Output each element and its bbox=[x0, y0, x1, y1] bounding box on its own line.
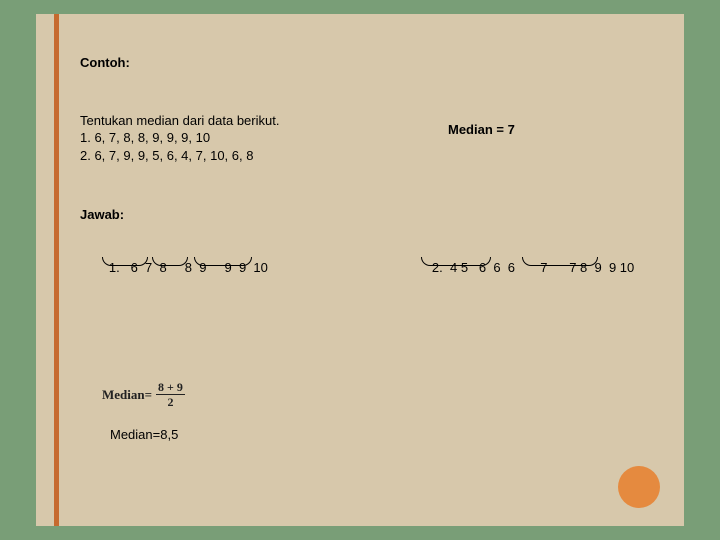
bracket-arc bbox=[102, 257, 148, 266]
bracket-arc bbox=[194, 257, 252, 266]
answer1-sequence: 1. 6 7 8 8 9 9 9 10 bbox=[80, 242, 290, 347]
heading-jawab: Jawab: bbox=[80, 206, 670, 224]
content-area: Contoh: Tentukan median dari data beriku… bbox=[80, 54, 670, 444]
problem-intro: Tentukan median dari data berikut. bbox=[80, 112, 670, 130]
fraction: 8 + 9 2 bbox=[156, 381, 185, 408]
median1-result: Median=8,5 bbox=[110, 426, 670, 444]
fraction-denominator: 2 bbox=[167, 395, 173, 409]
heading-contoh: Contoh: bbox=[80, 54, 670, 72]
accent-bar bbox=[54, 14, 59, 526]
bracket-arc bbox=[522, 257, 598, 266]
median1-formula: Median= 8 + 9 2 bbox=[102, 381, 670, 408]
problem-line-2: 2. 6, 7, 9, 9, 5, 6, 4, 7, 10, 6, 8 bbox=[80, 147, 670, 165]
problem-block: Tentukan median dari data berikut. 1. 6,… bbox=[80, 112, 670, 165]
answer2-sequence: 2. 4 5 6 6 6 7 7 8 9 9 10 bbox=[403, 242, 634, 330]
bracket-arc bbox=[152, 257, 188, 266]
bracket-arc bbox=[421, 257, 491, 266]
fraction-numerator: 8 + 9 bbox=[156, 381, 185, 395]
slide-card: Contoh: Tentukan median dari data beriku… bbox=[36, 14, 684, 526]
median2-result: Median = 7 bbox=[448, 121, 515, 139]
median1-label: Median= bbox=[102, 386, 152, 404]
answer-row: 1. 6 7 8 8 9 9 9 10 2. 4 5 6 6 6 7 7 8 9… bbox=[80, 242, 670, 347]
problem-line-1: 1. 6, 7, 8, 8, 9, 9, 9, 10 bbox=[80, 129, 670, 147]
decorative-circle-icon bbox=[618, 466, 660, 508]
